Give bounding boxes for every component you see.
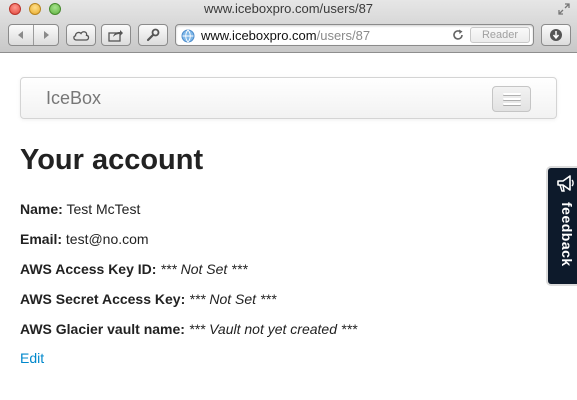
share-button[interactable] [101,24,131,46]
aws-secret-key-status: Not Set [209,291,257,307]
reload-icon[interactable] [451,28,465,42]
site-navbar: IceBox [20,77,557,119]
hamburger-icon-bar [502,103,521,105]
hamburger-icon-bar [502,98,521,100]
feedback-tab[interactable]: feedback [546,166,577,286]
aws-glacier-vault-value: *** Vault not yet created *** [189,321,357,337]
aws-access-key-label: AWS Access Key ID: [20,261,157,277]
aws-secret-key-value: *** Not Set *** [189,291,276,307]
megaphone-icon [557,175,574,192]
aws-access-key-row: AWS Access Key ID: *** Not Set *** [20,261,248,277]
reader-button[interactable]: Reader [470,27,530,43]
web-inspector-button[interactable] [138,24,168,46]
aws-secret-key-row: AWS Secret Access Key: *** Not Set *** [20,291,276,307]
back-arrow-icon [18,31,23,39]
aws-glacier-vault-label: AWS Glacier vault name: [20,321,185,337]
url-host: www.iceboxpro.com [201,28,317,43]
site-globe-icon [181,29,195,43]
download-icon [550,29,562,41]
share-icon [108,29,123,42]
cloud-icon [73,31,90,41]
browser-toolbar: www.iceboxpro.com/users/87 www.iceboxpro… [0,0,577,53]
aws-glacier-vault-status: Vault not yet created [209,321,337,337]
name-label: Name: [20,201,63,217]
aws-secret-key-suffix: *** [259,291,277,307]
aws-glacier-vault-row: AWS Glacier vault name: *** Vault not ye… [20,321,357,337]
account-email-row: Email: test@no.com [20,231,149,247]
downloads-button[interactable] [541,24,571,46]
aws-glacier-vault-prefix: *** [188,321,206,337]
hamburger-icon-bar [502,93,521,95]
icloud-tabs-button[interactable] [66,24,96,46]
url-text[interactable]: www.iceboxpro.com/users/87 [201,28,370,43]
aws-glacier-vault-suffix: *** [340,321,358,337]
aws-access-key-status: Not Set [180,261,228,277]
forward-arrow-icon [43,31,49,39]
aws-secret-key-prefix: *** [189,291,206,307]
account-name-row: Name: Test McTest [20,201,140,217]
wrench-icon [146,28,160,42]
feedback-label: feedback [559,202,575,267]
address-bar[interactable]: www.iceboxpro.com/users/87 Reader [175,24,534,46]
name-value: Test McTest [66,201,141,217]
aws-access-key-value: *** Not Set *** [160,261,247,277]
navbar-toggle-button[interactable] [492,86,531,112]
aws-access-key-prefix: *** [160,261,177,277]
aws-access-key-suffix: *** [231,261,248,277]
page-title: Your account [20,144,204,176]
window-title: www.iceboxpro.com/users/87 [203,1,374,16]
forward-button[interactable] [34,25,58,45]
edit-account-link[interactable]: Edit [20,350,44,366]
email-value: test@no.com [65,231,149,247]
fullscreen-icon[interactable] [558,3,570,15]
back-button[interactable] [9,25,33,45]
aws-secret-key-label: AWS Secret Access Key: [20,291,186,307]
email-label: Email: [20,231,63,247]
brand-logo-link[interactable]: IceBox [46,88,101,109]
back-forward-group [8,24,59,46]
url-path: /users/87 [316,28,371,43]
